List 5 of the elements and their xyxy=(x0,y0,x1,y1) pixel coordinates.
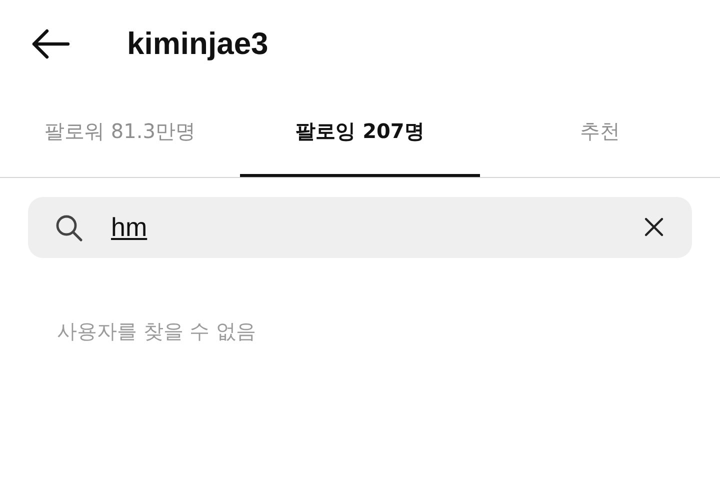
empty-message: 사용자를 찾을 수 없음 xyxy=(57,318,258,345)
tab[interactable]: 팔로잉 207명 xyxy=(240,88,480,177)
search-field[interactable]: hm xyxy=(28,197,692,258)
profile-username: kiminjae3 xyxy=(127,26,268,62)
close-icon xyxy=(644,217,664,237)
